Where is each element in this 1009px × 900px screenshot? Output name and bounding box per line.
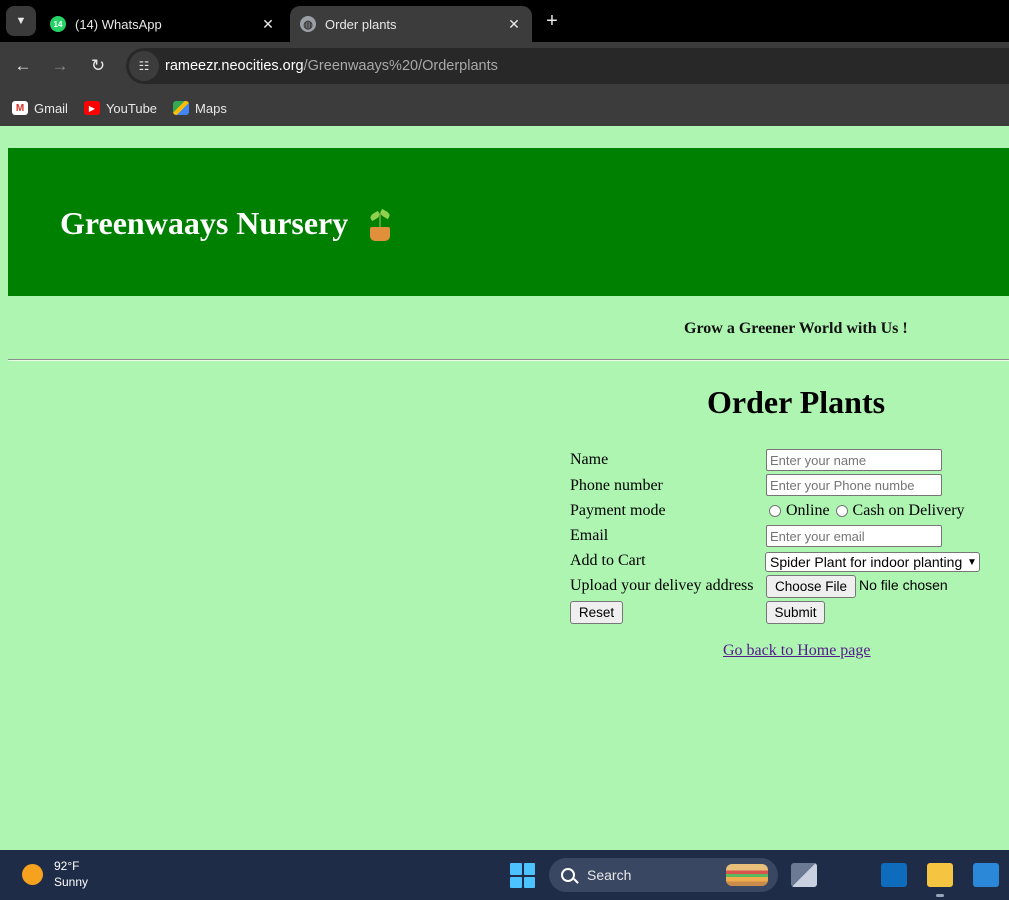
cash-on-delivery-radio[interactable]	[835, 505, 848, 517]
site-title: Greenwaays Nursery	[60, 205, 392, 242]
horizontal-divider	[8, 359, 1009, 361]
name-label: Name	[570, 451, 609, 468]
phone-label: Phone number	[570, 477, 663, 494]
weather-temp: 92°F	[54, 859, 80, 873]
email-input[interactable]	[766, 525, 942, 547]
url-host: rameezr.neocities.org	[165, 58, 304, 74]
tab-order-plants[interactable]: ◍ Order plants ✕	[290, 6, 532, 42]
url-text[interactable]: rameezr.neocities.org/Greenwaays%20/Orde…	[165, 58, 498, 74]
active-app-indicator	[936, 894, 944, 897]
chevron-down-icon: ▼	[967, 556, 977, 568]
tab-search-chevron-icon[interactable]: ▼	[6, 6, 36, 36]
choose-file-button[interactable]: Choose File	[766, 575, 856, 598]
browser-tab-strip: ▼ 14 (14) WhatsApp ✕ ◍ Order plants ✕ +	[0, 0, 1009, 42]
tab-title: Order plants	[325, 16, 397, 32]
windows-start-icon[interactable]	[510, 863, 535, 888]
url-path: /Greenwaays%20/Orderplants	[303, 58, 498, 74]
taskbar-search[interactable]: Search	[549, 858, 778, 892]
weather-widget[interactable]: 92°F Sunny	[22, 858, 88, 890]
bookmark-maps[interactable]: Maps	[173, 101, 227, 116]
mail-icon[interactable]	[881, 863, 907, 887]
home-page-link[interactable]: Go back to Home page	[723, 642, 871, 660]
cash-on-delivery-radio-label: Cash on Delivery	[852, 502, 965, 519]
tab-whatsapp[interactable]: 14 (14) WhatsApp ✕	[40, 6, 286, 42]
add-to-cart-select[interactable]: Spider Plant for indoor planting ▼	[765, 552, 980, 572]
bookmark-gmail[interactable]: M Gmail	[12, 101, 68, 116]
search-highlight-image	[726, 864, 768, 886]
site-header: Greenwaays Nursery	[8, 148, 1009, 296]
search-icon	[561, 868, 575, 882]
bookmark-label: Maps	[195, 100, 227, 116]
cart-selected-value: Spider Plant for indoor planting	[770, 554, 963, 570]
close-tab-icon[interactable]: ✕	[260, 16, 276, 33]
reload-icon[interactable]: ↻	[86, 54, 110, 78]
file-status: No file chosen	[859, 577, 948, 593]
task-view-icon[interactable]	[791, 863, 817, 887]
os-taskbar: 92°F Sunny Search	[0, 850, 1009, 900]
youtube-icon: ▶	[83, 101, 100, 115]
file-explorer-icon[interactable]	[927, 863, 953, 887]
name-input[interactable]	[766, 449, 942, 471]
web-page: Greenwaays Nursery Grow a Greener World …	[0, 126, 1009, 850]
reset-button[interactable]: Reset	[570, 601, 623, 624]
browser-toolbar: ← → ↻ ☷ rameezr.neocities.org/Greenwaays…	[0, 42, 1009, 90]
microsoft-store-icon[interactable]	[973, 863, 999, 887]
whatsapp-icon: 14	[50, 16, 66, 32]
payment-mode-radios: Online Cash on Delivery	[769, 502, 971, 520]
sun-icon	[22, 863, 43, 885]
taskbar-search-label: Search	[587, 867, 632, 883]
tagline: Grow a Greener World with Us !	[684, 320, 908, 337]
globe-icon: ◍	[300, 16, 316, 32]
payment-label: Payment mode	[570, 502, 666, 519]
address-bar[interactable]: ☷ rameezr.neocities.org/Greenwaays%20/Or…	[126, 48, 1009, 84]
tab-title: (14) WhatsApp	[75, 16, 162, 32]
online-radio-label: Online	[786, 502, 830, 519]
site-title-text: Greenwaays Nursery	[60, 205, 349, 241]
phone-input[interactable]	[766, 474, 942, 496]
site-info-icon[interactable]: ☷	[129, 51, 159, 81]
email-label: Email	[570, 527, 609, 544]
bookmark-label: Gmail	[34, 100, 68, 116]
online-radio[interactable]	[769, 505, 781, 517]
potted-plant-icon	[368, 207, 392, 241]
gmail-icon: M	[12, 101, 28, 115]
close-tab-icon[interactable]: ✕	[506, 16, 522, 33]
weather-condition: Sunny	[54, 875, 89, 889]
forward-arrow-icon[interactable]: →	[48, 54, 72, 78]
bookmarks-bar: M Gmail ▶ YouTube Maps	[0, 90, 1009, 126]
page-title: Order Plants	[707, 384, 886, 420]
back-arrow-icon[interactable]: ←	[11, 54, 35, 78]
submit-button[interactable]: Submit	[766, 601, 825, 624]
bookmark-youtube[interactable]: ▶ YouTube	[83, 100, 158, 116]
upload-label: Upload your delivey address	[570, 577, 754, 594]
bookmark-label: YouTube	[105, 100, 158, 116]
cart-label: Add to Cart	[570, 552, 646, 569]
maps-icon	[173, 101, 190, 115]
new-tab-plus-icon[interactable]: +	[540, 8, 564, 34]
